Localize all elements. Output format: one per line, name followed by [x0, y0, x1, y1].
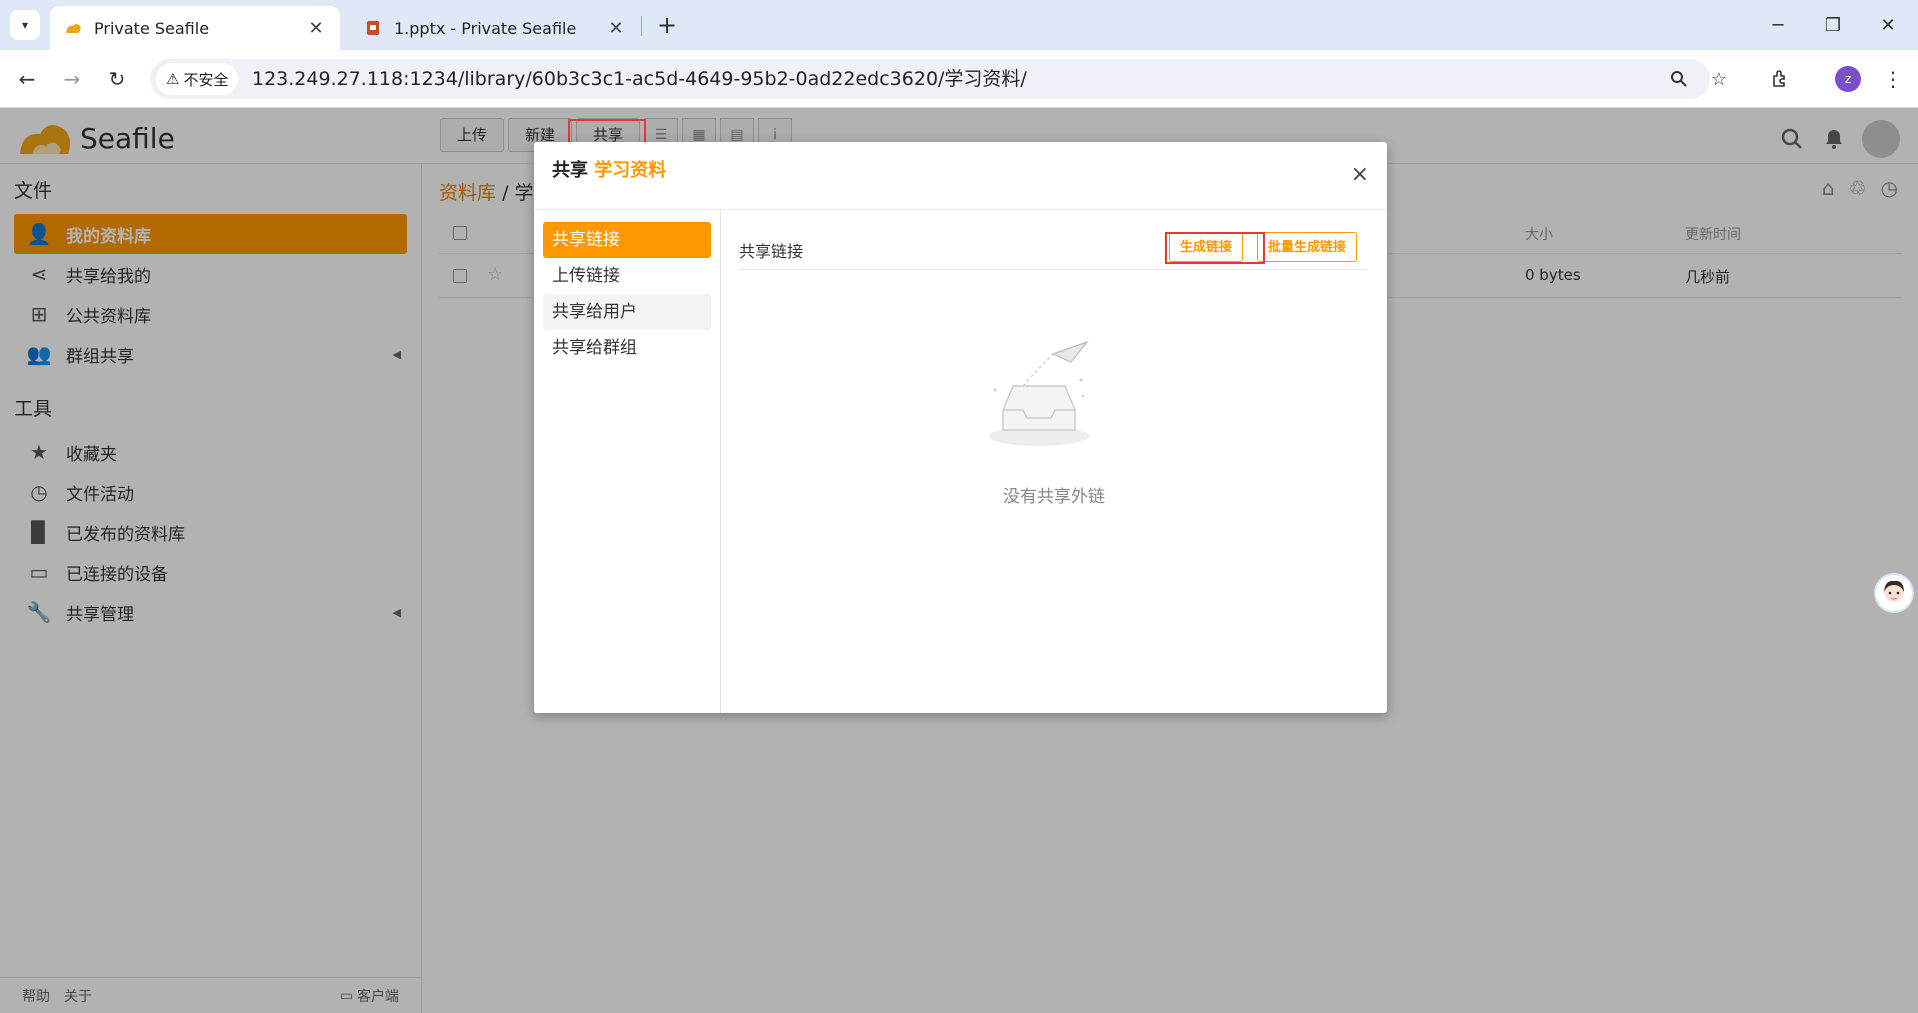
assistant-avatar[interactable] [1874, 573, 1914, 613]
nav-share-link[interactable]: 共享链接 [543, 222, 711, 258]
forward-icon[interactable]: → [57, 64, 87, 94]
batch-generate-link-button[interactable]: 批量生成链接 [1257, 232, 1358, 262]
seafile-favicon-icon [64, 19, 82, 37]
dialog-body: 共享链接 生成链接 批量生成链接 没有共享外链 [721, 210, 1387, 713]
security-chip[interactable]: ⚠ 不安全 [156, 63, 239, 95]
browser-tab-bar: ▾ Private Seafile ✕ 1.pptx - Private Sea… [0, 0, 1918, 50]
generate-link-button[interactable]: 生成链接 [1169, 232, 1244, 262]
omnibox[interactable]: ⚠ 不安全 123.249.27.118:1234/library/60b3c3… [150, 59, 1727, 99]
empty-message: 没有共享外链 [1003, 487, 1105, 507]
minimize-icon[interactable]: ─ [1758, 10, 1798, 40]
dialog-nav: 共享链接 上传链接 共享给用户 共享给群组 [534, 210, 721, 713]
reload-icon[interactable]: ↻ [102, 64, 132, 94]
tab-title: Private Seafile [94, 18, 210, 38]
share-link-header: 共享链接 生成链接 批量生成链接 [739, 228, 1367, 270]
tab-pptx[interactable]: 1.pptx - Private Seafile ✕ [350, 6, 640, 50]
nav-upload-link[interactable]: 上传链接 [543, 258, 711, 294]
extensions-icon[interactable] [1765, 64, 1795, 94]
restore-icon[interactable]: ❐ [1813, 10, 1853, 40]
dialog-title-prefix: 共享 [552, 160, 588, 181]
dialog-title: 共享 学习资料 [552, 156, 666, 182]
dialog-title-object: 学习资料 [594, 160, 667, 181]
tab-close-icon[interactable]: ✕ [606, 18, 626, 39]
share-dialog: 共享 学习资料 × 共享链接 上传链接 共享给用户 共享给群组 共享链接 生成链… [534, 142, 1387, 713]
new-tab-button[interactable]: + [652, 10, 682, 40]
browser-menu-icon[interactable]: ⋮ [1878, 64, 1908, 94]
tab-title: 1.pptx - Private Seafile [394, 18, 577, 38]
close-icon[interactable]: × [1351, 162, 1369, 187]
tab-private-seafile[interactable]: Private Seafile ✕ [50, 6, 340, 50]
address-bar-row: ← → ↻ ⚠ 不安全 123.249.27.118:1234/library/… [0, 50, 1918, 108]
tab-search-button[interactable]: ▾ [10, 10, 40, 40]
bookmark-star-icon[interactable]: ☆ [1704, 64, 1734, 94]
warning-icon: ⚠ [166, 70, 180, 88]
tab-close-icon[interactable]: ✕ [306, 18, 326, 39]
nav-share-to-user[interactable]: 共享给用户 [543, 294, 711, 330]
window-close-icon[interactable]: ✕ [1868, 10, 1908, 40]
dialog-header: 共享 学习资料 × [534, 142, 1387, 210]
security-label: 不安全 [183, 70, 229, 89]
nav-share-to-group[interactable]: 共享给群组 [543, 330, 711, 366]
profile-avatar[interactable]: z [1835, 66, 1861, 92]
share-link-title: 共享链接 [739, 242, 804, 261]
url-text[interactable]: 123.249.27.118:1234/library/60b3c3c1-ac5… [252, 59, 1027, 99]
tab-divider [641, 16, 642, 36]
empty-inbox-icon [989, 340, 1089, 446]
back-icon[interactable]: ← [12, 64, 42, 94]
pptx-favicon-icon [364, 19, 382, 37]
zoom-icon[interactable] [1664, 64, 1694, 94]
